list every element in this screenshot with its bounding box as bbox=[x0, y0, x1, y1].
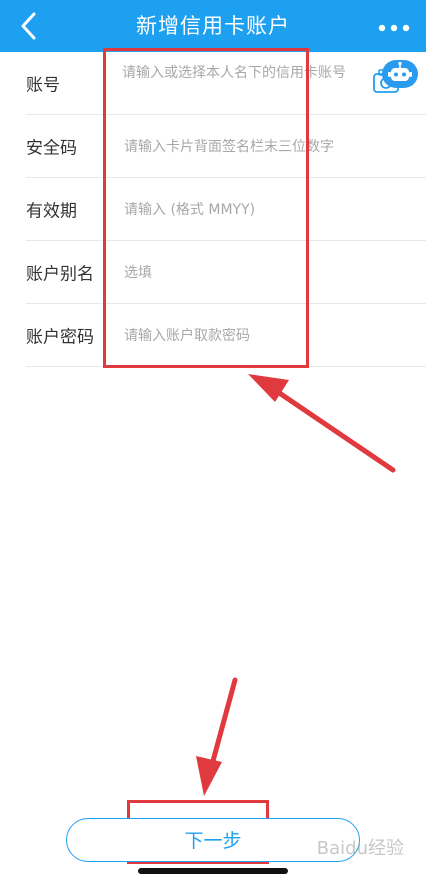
account-password-row: 账户密码 bbox=[26, 304, 426, 368]
home-indicator bbox=[138, 868, 288, 874]
watermark: Baidu经验 bbox=[316, 838, 404, 859]
account-password-label: 账户密码 bbox=[26, 327, 94, 348]
page-title: 新增信用卡账户 bbox=[136, 14, 290, 38]
account-number-row: 账号 请输入或选择本人名下的信用卡账号 bbox=[26, 52, 426, 115]
header-bar: 新增信用卡账户 bbox=[0, 0, 426, 52]
robot-icon bbox=[388, 61, 412, 81]
credit-card-form: 账号 请输入或选择本人名下的信用卡账号 安全码 请输入卡片背面签名栏末三位数字 … bbox=[0, 52, 426, 368]
expiry-date-input[interactable] bbox=[122, 178, 366, 242]
annotation-arrow-next bbox=[196, 677, 238, 796]
robot-assistant-button[interactable] bbox=[382, 60, 418, 88]
account-number-field[interactable]: 请输入或选择本人名下的信用卡账号 bbox=[122, 64, 352, 82]
more-button[interactable] bbox=[374, 10, 414, 42]
security-code-row: 安全码 bbox=[26, 115, 426, 179]
account-alias-row: 账户别名 bbox=[26, 241, 426, 305]
account-number-label: 账号 bbox=[26, 75, 60, 96]
security-code-label: 安全码 bbox=[26, 138, 77, 159]
expiry-date-label: 有效期 bbox=[26, 201, 77, 222]
annotation-arrow-fields bbox=[248, 374, 396, 473]
account-alias-input[interactable] bbox=[122, 241, 366, 305]
security-code-input[interactable] bbox=[122, 115, 366, 179]
more-dots-icon bbox=[378, 24, 410, 32]
account-alias-label: 账户别名 bbox=[26, 264, 94, 285]
screen: 新增信用卡账户 账号 请输入或选择本人名下的信用卡账号 安全码 请输入卡片背面签… bbox=[0, 0, 426, 882]
expiry-date-row: 有效期 bbox=[26, 178, 426, 242]
account-password-input[interactable] bbox=[122, 304, 366, 368]
